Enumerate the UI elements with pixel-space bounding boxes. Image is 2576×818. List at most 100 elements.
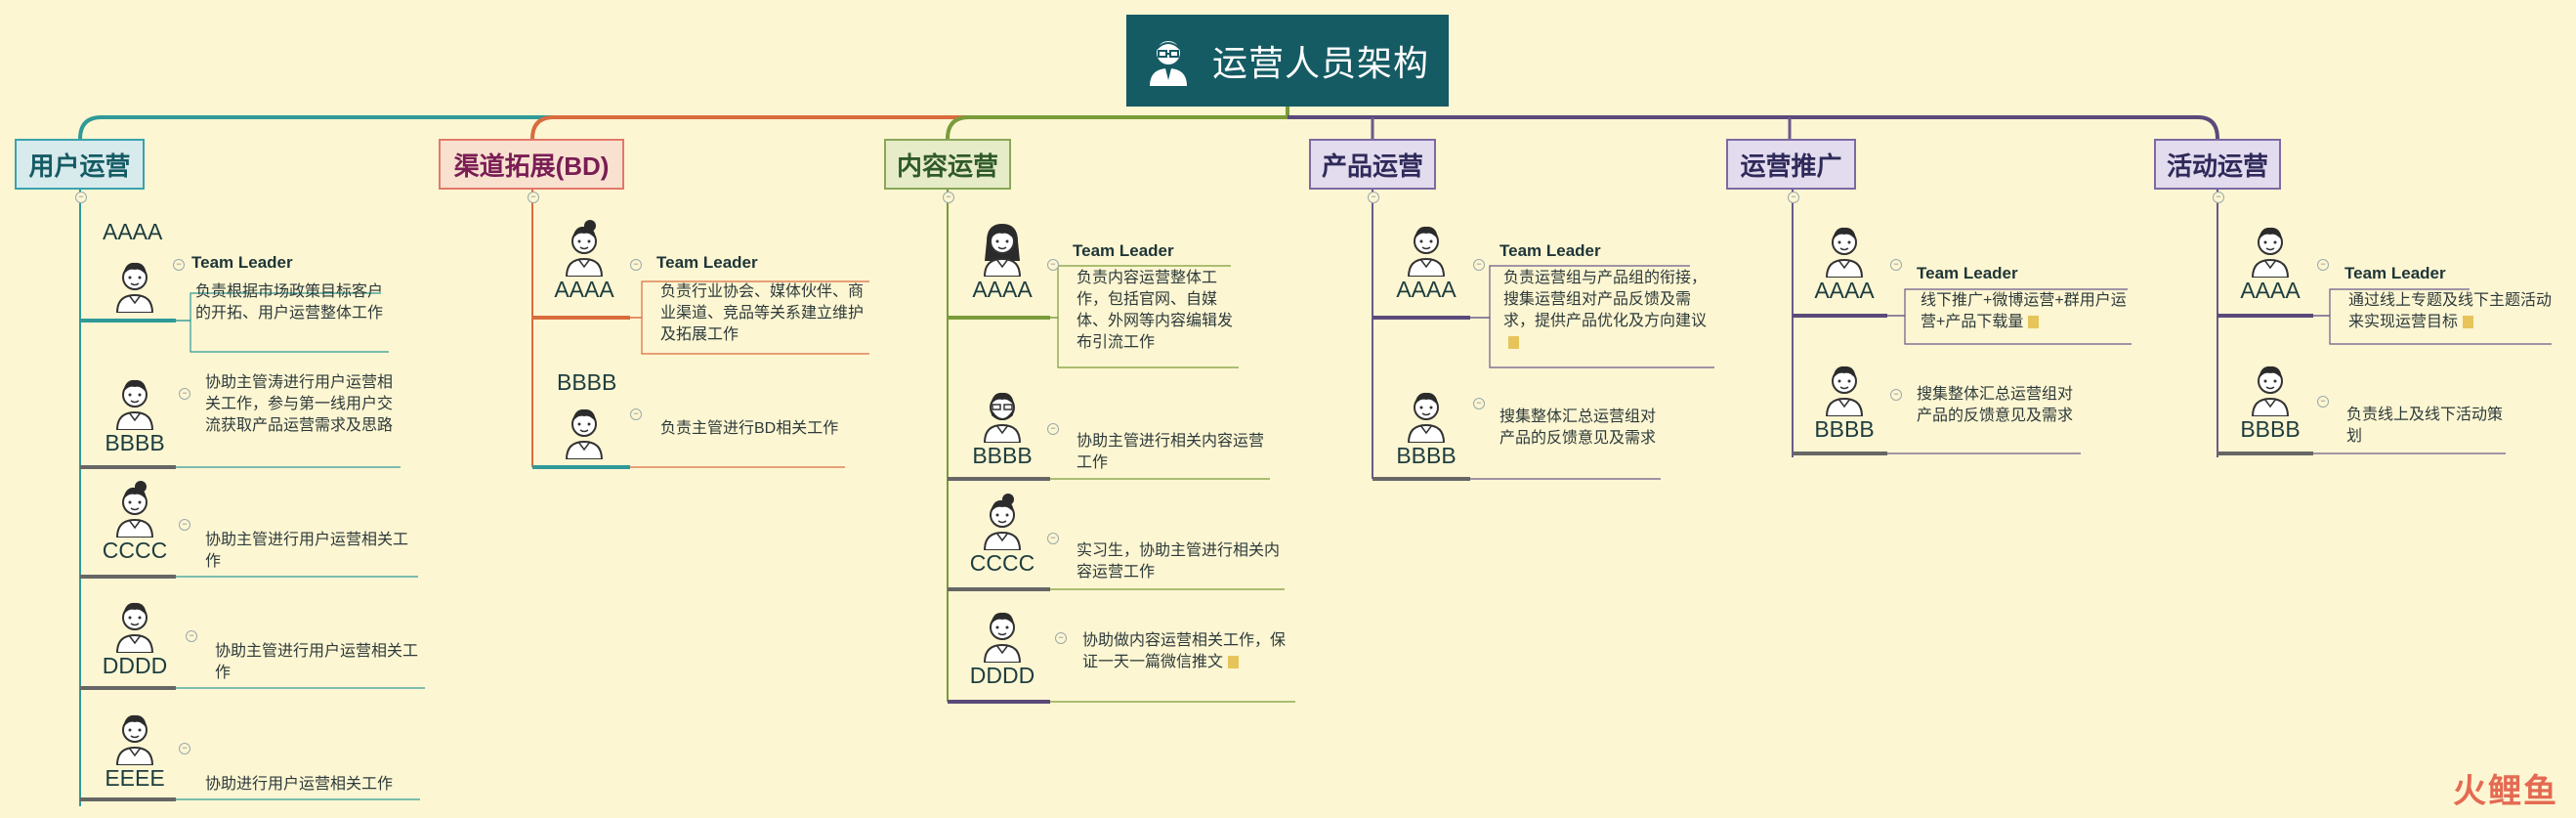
- member-card[interactable]: DDDD: [88, 596, 182, 679]
- description-text: 负责内容运营整体工作，包括官网、自媒体、外网等内容编辑发布引流工作: [1077, 270, 1234, 351]
- member-description: 搜集整体汇总运营组对产品的反馈意见及需求: [1499, 409, 1657, 447]
- member-name: DDDD: [102, 653, 168, 678]
- person-avatar-ponytail-icon: [565, 220, 604, 277]
- collapse-toggle-icon[interactable]: −: [943, 192, 954, 203]
- person-avatar-icon: [1407, 226, 1446, 277]
- collapse-toggle-icon[interactable]: −: [179, 388, 190, 400]
- team-leader-label: Team Leader: [656, 253, 758, 272]
- branch-user-operations[interactable]: 用户运营: [15, 139, 145, 190]
- member-card[interactable]: BBBB: [1379, 386, 1473, 469]
- branch-promotion[interactable]: 运营推广: [1726, 139, 1856, 190]
- member-description: Team Leader 线下推广+微博运营+群用户运营+产品下载量: [1917, 263, 2132, 335]
- collapse-toggle-icon[interactable]: −: [1055, 632, 1067, 644]
- member-card[interactable]: EEEE: [88, 709, 182, 792]
- member-card[interactable]: BBBB: [88, 373, 182, 456]
- collapse-toggle-icon[interactable]: −: [2317, 259, 2329, 271]
- person-avatar-icon: [1407, 392, 1446, 443]
- member-description: Team Leader 负责运营组与产品组的衔接，搜集运营组对产品反馈及需求，提…: [1499, 240, 1719, 356]
- member-card[interactable]: AAAA: [2223, 221, 2317, 304]
- member-description: Team Leader 负责行业协会、媒体伙伴、商业渠道、竞品等关系建立维护及拓…: [656, 252, 871, 348]
- member-description: 实习生，协助主管进行相关内容运营工作: [1077, 542, 1281, 581]
- note-icon[interactable]: [2463, 316, 2474, 329]
- member-name: BBBB: [972, 443, 1033, 468]
- collapse-toggle-icon[interactable]: −: [179, 519, 190, 531]
- collapse-toggle-icon[interactable]: −: [1890, 259, 1902, 271]
- member-card[interactable]: AAAA: [537, 220, 631, 303]
- collapse-toggle-icon[interactable]: −: [1047, 533, 1059, 544]
- member-description: 搜集整体汇总运营组对产品的反馈意见及需求: [1917, 386, 2074, 424]
- collapse-toggle-icon[interactable]: −: [2317, 396, 2329, 408]
- collapse-toggle-icon[interactable]: −: [1788, 192, 1799, 203]
- person-avatar-icon: [565, 409, 604, 459]
- member-description: 协助做内容运营相关工作，保证一天一篇微信推文: [1082, 630, 1299, 673]
- description-text: 负责根据市场政策目标客户的开拓、用户运营整体工作: [195, 283, 384, 322]
- member-name: CCCC: [969, 550, 1035, 576]
- member-name: AAAA: [554, 277, 614, 302]
- person-avatar-icon: [115, 602, 154, 653]
- manager-avatar-icon: [1149, 41, 1187, 86]
- member-card[interactable]: [88, 256, 182, 313]
- member-name: AAAA: [972, 277, 1033, 302]
- member-card[interactable]: BBBB: [1797, 360, 1891, 443]
- note-icon[interactable]: [1228, 656, 1240, 669]
- person-avatar-icon: [115, 714, 154, 765]
- description-text: 协助做内容运营相关工作，保证一天一篇微信推文: [1082, 632, 1287, 670]
- description-text: 负责运营组与产品组的衔接，搜集运营组对产品反馈及需求，提供产品优化及方向建议: [1503, 270, 1708, 329]
- collapse-toggle-icon[interactable]: −: [2213, 192, 2224, 203]
- member-name: AAAA: [1396, 277, 1457, 302]
- member-name: CCCC: [102, 538, 168, 563]
- person-avatar-icon: [1825, 227, 1864, 278]
- collapse-toggle-icon[interactable]: −: [173, 259, 185, 271]
- member-description: 协助主管进行用户运营相关工作: [205, 532, 409, 570]
- member-card[interactable]: AAAA: [1379, 220, 1473, 303]
- member-description: 协助主管进行用户运营相关工作: [215, 643, 419, 681]
- branch-channel-bd[interactable]: 渠道拓展(BD): [439, 139, 624, 190]
- person-avatar-icon: [115, 379, 154, 430]
- member-card[interactable]: DDDD: [955, 606, 1049, 689]
- member-name: AAAA: [103, 219, 163, 244]
- member-card[interactable]: [537, 403, 631, 459]
- member-card[interactable]: AAAA: [1797, 221, 1891, 304]
- member-name: BBBB: [1814, 416, 1875, 442]
- note-icon[interactable]: [2028, 316, 2040, 329]
- member-name: AAAA: [2240, 278, 2301, 303]
- member-card[interactable]: BBBB: [955, 386, 1049, 469]
- team-leader-label: Team Leader: [2344, 264, 2446, 282]
- branch-product-operations[interactable]: 产品运营: [1309, 139, 1436, 190]
- collapse-toggle-icon[interactable]: −: [179, 743, 190, 754]
- member-card[interactable]: AAAA: [955, 220, 1049, 303]
- root-node[interactable]: 运营人员架构: [1126, 15, 1449, 107]
- collapse-toggle-icon[interactable]: −: [630, 409, 642, 420]
- team-leader-label: Team Leader: [191, 253, 293, 272]
- team-leader-label: Team Leader: [1499, 241, 1601, 260]
- collapse-toggle-icon[interactable]: −: [1473, 259, 1485, 271]
- member-name: EEEE: [105, 765, 165, 791]
- member-card[interactable]: BBBB: [2223, 360, 2317, 443]
- collapse-toggle-icon[interactable]: −: [1890, 389, 1902, 401]
- collapse-toggle-icon[interactable]: −: [186, 630, 197, 642]
- collapse-toggle-icon[interactable]: −: [75, 192, 87, 203]
- collapse-toggle-icon[interactable]: −: [1047, 423, 1059, 435]
- branch-content-operations[interactable]: 内容运营: [884, 139, 1011, 190]
- branch-label: 运营推广: [1740, 151, 1842, 181]
- member-card[interactable]: CCCC: [88, 481, 182, 564]
- person-avatar-ponytail-icon: [983, 494, 1022, 550]
- collapse-toggle-icon[interactable]: −: [1473, 398, 1485, 409]
- person-avatar-icon: [1825, 366, 1864, 416]
- member-card[interactable]: CCCC: [955, 494, 1049, 577]
- member-name: BBBB: [557, 369, 617, 395]
- branch-label: 用户运营: [28, 151, 131, 181]
- collapse-toggle-icon[interactable]: −: [1368, 192, 1379, 203]
- branch-label: 产品运营: [1322, 151, 1424, 181]
- person-avatar-ponytail-icon: [115, 481, 154, 538]
- person-avatar-icon: [115, 262, 154, 313]
- branch-event-operations[interactable]: 活动运营: [2154, 139, 2281, 190]
- member-name: BBBB: [105, 430, 165, 455]
- member-name: BBBB: [1396, 443, 1457, 468]
- description-text: 负责行业协会、媒体伙伴、商业渠道、竞品等关系建立维护及拓展工作: [660, 283, 865, 343]
- collapse-toggle-icon[interactable]: −: [1047, 259, 1059, 271]
- collapse-toggle-icon[interactable]: −: [528, 192, 539, 203]
- person-avatar-icon: [2251, 227, 2290, 278]
- collapse-toggle-icon[interactable]: −: [630, 259, 642, 271]
- note-icon[interactable]: [1508, 336, 1519, 350]
